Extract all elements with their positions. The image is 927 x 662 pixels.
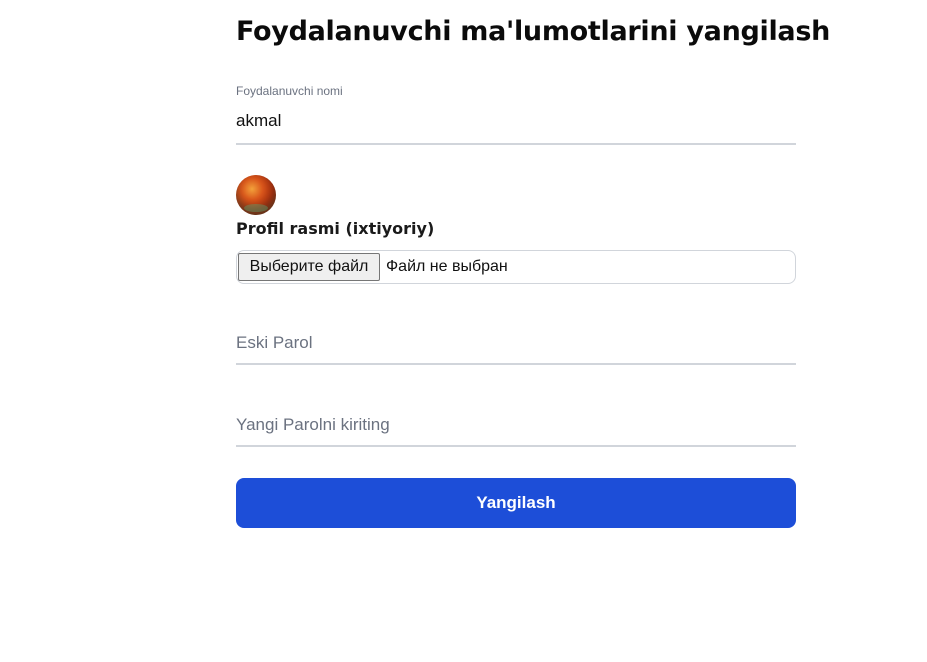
- update-button[interactable]: Yangilash: [236, 478, 796, 528]
- page-title: Foydalanuvchi ma'lumotlarini yangilash: [236, 16, 831, 47]
- username-input[interactable]: [236, 110, 796, 132]
- old-password-input[interactable]: [236, 332, 796, 354]
- username-underline: [236, 143, 796, 145]
- username-label: Foydalanuvchi nomi: [236, 84, 343, 98]
- new-password-field: [236, 412, 796, 450]
- file-status-text: Файл не выбран: [386, 258, 508, 275]
- avatar: [236, 175, 276, 215]
- choose-file-button[interactable]: Выберите файл: [238, 253, 380, 281]
- username-field: Foydalanuvchi nomi: [236, 84, 796, 146]
- old-password-field: [236, 330, 796, 368]
- old-password-underline: [236, 363, 796, 365]
- new-password-input[interactable]: [236, 414, 796, 436]
- new-password-underline: [236, 445, 796, 447]
- profile-image-file-input[interactable]: Выберите файл Файл не выбран: [236, 250, 796, 284]
- profile-image-label: Profil rasmi (ixtiyoriy): [236, 219, 435, 238]
